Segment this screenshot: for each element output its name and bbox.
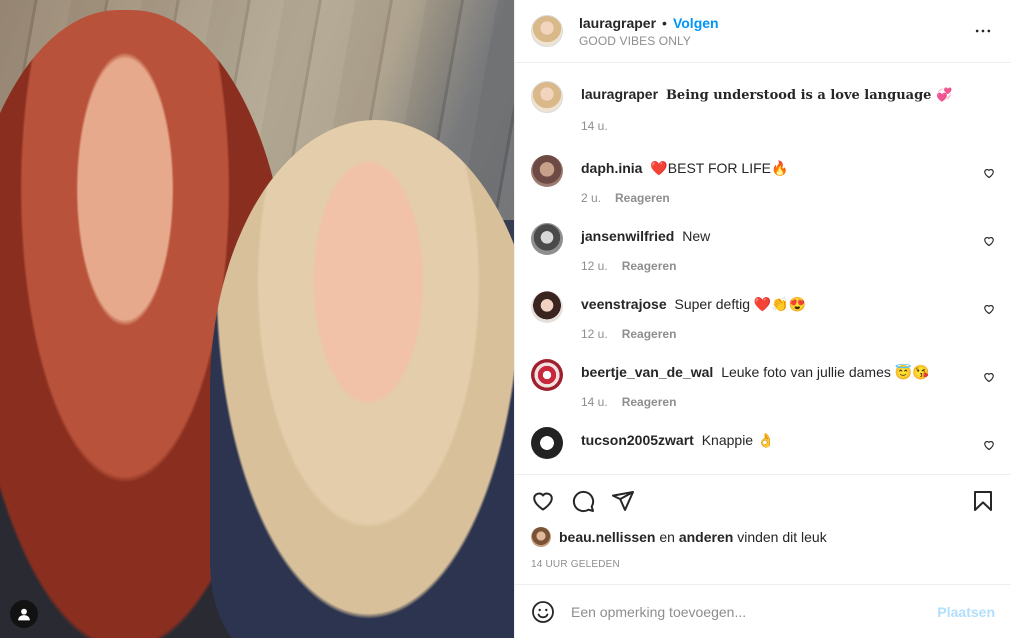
comment-avatar[interactable] [531,155,563,187]
comment-text: Knappie 👌 [701,432,775,448]
comment-username[interactable]: daph.inia [581,160,642,176]
comment-like-heart-icon[interactable] [983,439,995,451]
comment-time[interactable]: 14 u. [581,395,608,409]
reply-button[interactable]: Reageren [622,259,677,273]
emoji-icon [532,600,554,623]
comment-avatar[interactable] [531,359,563,391]
like-button[interactable] [531,489,555,513]
comment-input[interactable] [571,603,938,620]
comment-text: Super deftig ❤️👏😍 [674,296,807,312]
more-options-icon [975,29,991,33]
comment-username[interactable]: tucson2005zwart [581,432,694,448]
heart-icon [533,492,553,511]
comment-item: beertje_van_de_wal Leuke foto van jullie… [531,357,995,409]
author-username[interactable]: lauragraper [579,15,656,31]
comment-like-heart-icon[interactable] [983,167,995,179]
post-comment-button[interactable]: Plaatsen [937,604,995,620]
share-icon [612,491,634,511]
comment-item: veenstrajose Super deftig ❤️👏😍 12 u. Rea… [531,289,995,341]
caption-avatar[interactable] [531,81,563,113]
follow-button[interactable]: Volgen [673,15,719,31]
comment-time[interactable]: 12 u. [581,259,608,273]
likes-connector: en [659,529,675,545]
comment-avatar[interactable] [531,223,563,255]
post-dialog: lauragraper • Volgen GOOD VIBES ONLY lau… [0,0,1011,638]
comment-username[interactable]: veenstrajose [581,296,667,312]
liker-username[interactable]: beau.nellissen [559,529,655,545]
caption-time[interactable]: 14 u. [581,119,608,133]
comment-avatar[interactable] [531,291,563,323]
comment-text: New [682,228,711,244]
post-photo[interactable] [0,0,514,638]
post-caption: lauragraper Being understood is a love l… [531,79,995,133]
comment-like-heart-icon[interactable] [983,235,995,247]
caption-text: Being understood is a love language 💞 [665,88,953,103]
save-button[interactable] [971,489,995,513]
reply-button[interactable]: Reageren [622,395,677,409]
comments-list[interactable]: lauragraper Being understood is a love l… [515,63,1011,474]
add-comment-bar: Plaatsen [515,584,1011,638]
caption-username[interactable]: lauragraper [581,86,658,102]
comment-item: tucson2005zwart Knappie 👌 [531,425,995,459]
user-tag-icon [18,608,30,621]
comment-time[interactable]: 12 u. [581,327,608,341]
comment-avatar[interactable] [531,427,563,459]
reply-button[interactable]: Reageren [615,191,670,205]
comment-button[interactable] [571,489,595,513]
bookmark-icon [974,491,992,511]
share-button[interactable] [611,489,635,513]
author-info: lauragraper • Volgen GOOD VIBES ONLY [579,15,971,48]
header-separator: • [662,14,667,31]
comment-text: Leuke foto van jullie dames 😇😘 [721,364,930,380]
comment-username[interactable]: jansenwilfried [581,228,674,244]
likes-summary: beau.nellissen en anderen vinden dit leu… [531,527,995,547]
comment-like-heart-icon[interactable] [983,303,995,315]
reply-button[interactable]: Reageren [622,327,677,341]
action-bar [531,475,995,527]
post-header: lauragraper • Volgen GOOD VIBES ONLY [515,0,1011,63]
comment-item: jansenwilfried New 12 u. Reageren [531,221,995,273]
post-timestamp[interactable]: 14 UUR GELEDEN [531,559,995,570]
post-side-panel: lauragraper • Volgen GOOD VIBES ONLY lau… [514,0,1011,638]
comment-icon [572,490,595,513]
comment-item: daph.inia ❤️BEST FOR LIFE🔥 2 u. Reageren [531,153,995,205]
author-avatar[interactable] [531,15,563,47]
more-options-button[interactable] [971,19,995,43]
likes-others-link[interactable]: anderen [679,529,733,545]
emoji-button[interactable] [531,600,555,624]
user-tag-button[interactable] [10,600,38,628]
likes-suffix: vinden dit leuk [737,529,827,545]
post-actions-area: beau.nellissen en anderen vinden dit leu… [515,474,1011,584]
comment-username[interactable]: beertje_van_de_wal [581,364,713,380]
comment-time[interactable]: 2 u. [581,191,601,205]
post-location[interactable]: GOOD VIBES ONLY [579,34,971,48]
comment-like-heart-icon[interactable] [983,371,995,383]
comment-text: ❤️BEST FOR LIFE🔥 [650,160,789,176]
liker-avatar[interactable] [531,527,551,547]
